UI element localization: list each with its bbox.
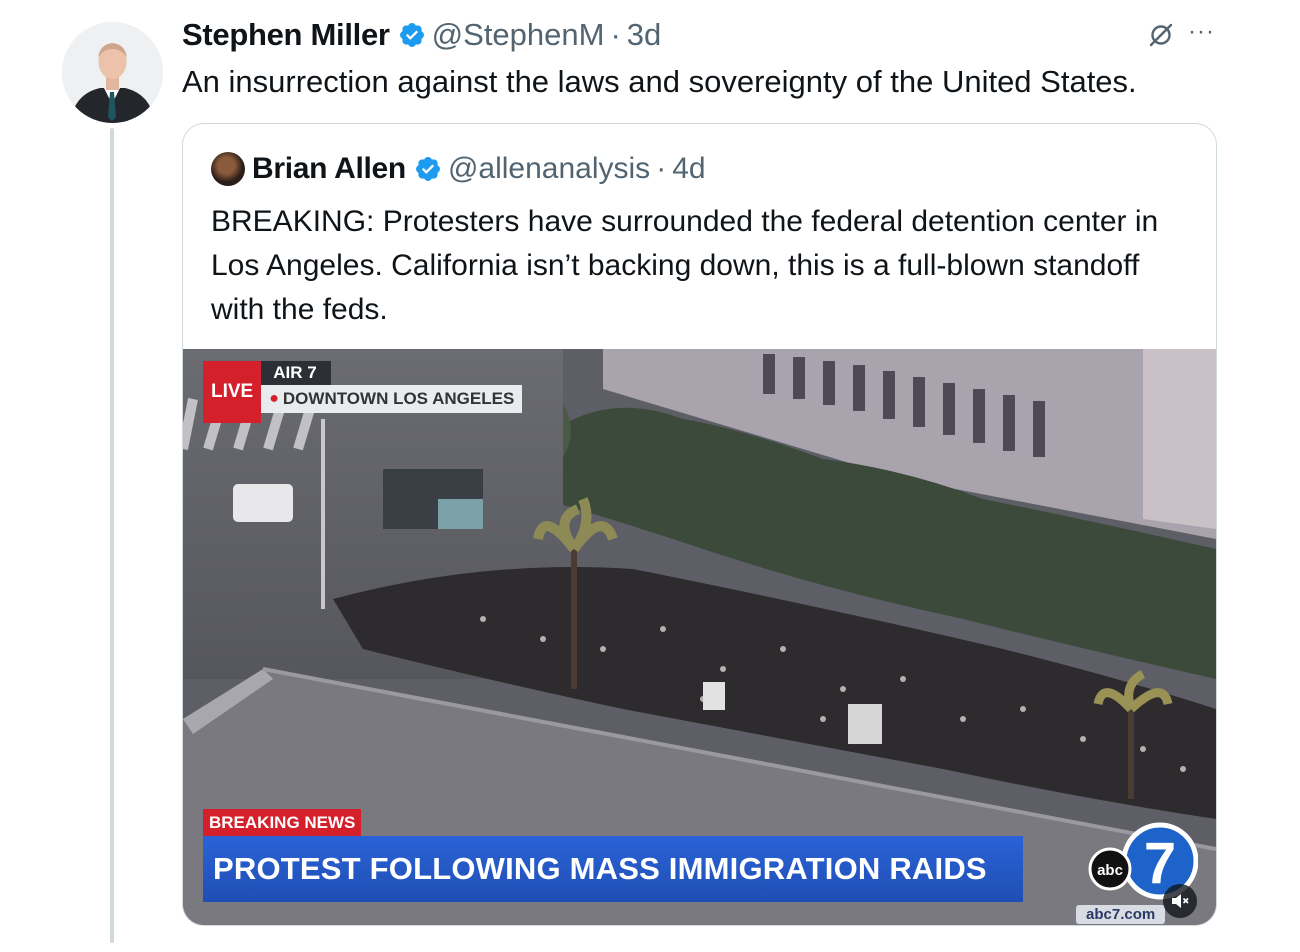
air-label: AIR 7 [261, 361, 332, 385]
live-banner: LIVE AIR 7 ● DOWNTOWN LOS ANGELES [203, 361, 523, 423]
network-site-label: abc7.com [1076, 905, 1166, 924]
author-handle[interactable]: @StephenM [432, 17, 605, 53]
tweet-timestamp[interactable]: 3d [627, 17, 661, 53]
location-text: DOWNTOWN LOS ANGELES [282, 389, 515, 408]
quoted-author-handle[interactable]: @allenanalysis [448, 152, 650, 186]
author-avatar[interactable] [62, 22, 163, 123]
separator-dot: · [656, 152, 667, 185]
quoted-author-avatar[interactable] [211, 152, 245, 186]
location-pin-icon: ● [269, 390, 279, 407]
mute-icon[interactable] [1163, 884, 1197, 918]
live-label: LIVE [203, 361, 262, 423]
grok-icon[interactable] [1148, 22, 1174, 48]
tweet-header: Stephen Miller @StephenM · 3d [182, 14, 661, 56]
verified-badge-icon [414, 155, 442, 183]
author-name[interactable]: Stephen Miller [182, 17, 390, 53]
breaking-news-label: BREAKING NEWS [203, 809, 362, 837]
tweet-text: An insurrection against the laws and sov… [182, 64, 1137, 99]
quoted-tweet-timestamp[interactable]: 4d [672, 152, 705, 186]
quoted-tweet[interactable]: Brian Allen @allenanalysis · 4d BREAKING… [182, 123, 1217, 926]
quoted-tweet-header: Brian Allen @allenanalysis · 4d [211, 148, 706, 190]
more-icon[interactable]: ··· [1188, 18, 1215, 46]
verified-badge-icon [398, 21, 426, 49]
news-headline: PROTEST FOLLOWING MASS IMMIGRATION RAIDS [203, 836, 1023, 902]
thread-line [110, 128, 114, 943]
location-label: ● DOWNTOWN LOS ANGELES [261, 385, 523, 413]
separator-dot: · [610, 17, 621, 52]
quoted-author-name[interactable]: Brian Allen [252, 152, 406, 186]
abc7-logo-text: abc [1097, 862, 1123, 879]
quoted-tweet-text: BREAKING: Protesters have surrounded the… [211, 205, 1159, 326]
video-player[interactable]: LIVE AIR 7 ● DOWNTOWN LOS ANGELES BREAKI… [183, 349, 1216, 925]
